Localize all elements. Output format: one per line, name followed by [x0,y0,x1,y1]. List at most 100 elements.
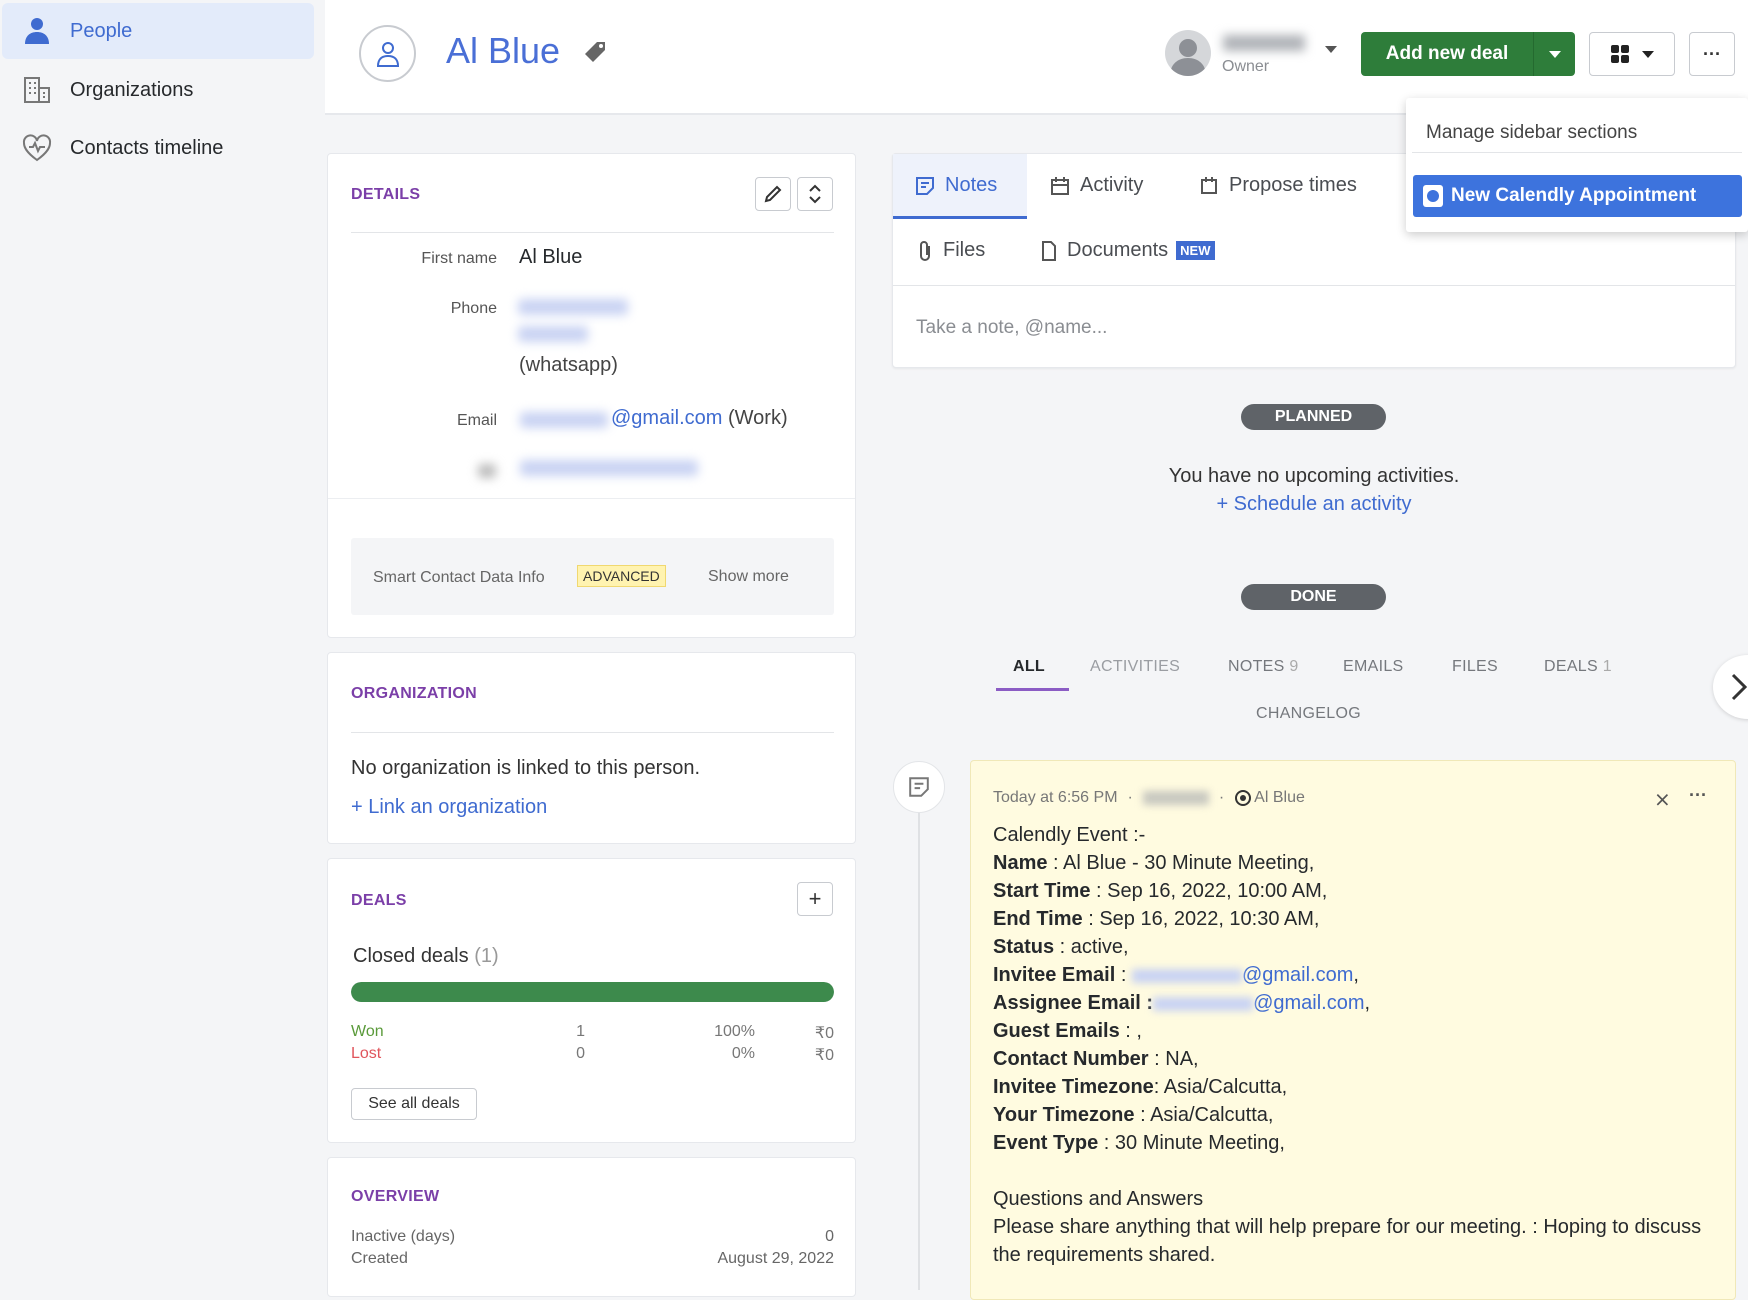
note-more-icon[interactable]: ··· [1689,785,1707,806]
contact-avatar[interactable] [359,25,416,82]
filter-notes[interactable]: NOTES 9 [1228,658,1299,676]
add-deal-caret-icon[interactable] [1533,32,1575,76]
qa-heading: Questions and Answers [993,1188,1204,1210]
note-body: Calendly Event :- Name : Al Blue - 30 Mi… [993,821,1713,1269]
timeline-line [918,812,920,1290]
note-field: Status : active, [993,933,1713,961]
more-options-button[interactable]: ··· [1689,32,1735,76]
filter-count: 1 [1602,658,1612,675]
note-input[interactable]: Take a note, @name... [916,317,1716,339]
no-activities-text: You have no upcoming activities. [1168,465,1460,487]
note-author-blurred [1142,791,1209,805]
page-title[interactable]: Al Blue [446,30,560,72]
deal-row-amount: ₹0 [814,1025,834,1042]
edit-details-button[interactable] [755,177,791,211]
add-new-deal-button[interactable]: Add new deal [1361,32,1575,76]
closed-deals-label: Closed deals (1) [353,945,499,968]
note-timeline-icon [893,761,945,813]
sidebar-item-people[interactable]: People [2,3,314,59]
note-heading: Calendly Event :- [993,824,1146,846]
tag-icon[interactable] [583,40,607,69]
collapse-note-icon[interactable]: ⨯ [1654,787,1671,812]
collapse-panel-button[interactable] [1713,655,1748,719]
email-value[interactable]: @gmail.com (Work) [611,407,788,430]
won-progress-fill [351,982,834,1002]
filter-label: DEALS [1544,658,1598,675]
note-field: Assignee Email : @gmail.com, [993,989,1713,1017]
add-deal-button[interactable]: + [797,882,833,916]
email-user-blurred [1153,996,1254,1011]
note-field: Event Type : 30 Minute Meeting, [993,1129,1713,1157]
tab-files[interactable]: Files [917,239,985,262]
note-field-value: : active, [1054,936,1129,958]
chevron-right-icon [1731,673,1747,701]
filter-activities[interactable]: ACTIVITIES [1090,658,1180,676]
reorder-fields-button[interactable] [797,177,833,211]
note-field-value: : Asia/Calcutta, [1153,1076,1288,1098]
note-field: Invitee Email : @gmail.com, [993,961,1713,989]
smart-contact-data-box: Smart Contact Data Info ADVANCED Show mo… [351,538,834,615]
filter-changelog[interactable]: CHANGELOG [1256,705,1361,723]
note-field-value: : Asia/Calcutta, [1134,1104,1274,1126]
owner-avatar[interactable] [1165,30,1211,76]
deal-row-percent: 100% [714,1023,755,1040]
smart-contact-label: Smart Contact Data Info [373,569,545,586]
owner-label: Owner [1222,58,1270,75]
note-field-tail: , [1364,992,1371,1014]
note-field-key: Invitee Timezone [993,1076,1154,1098]
new-badge: NEW [1176,241,1215,260]
note-person-link[interactable]: Al Blue [1234,789,1305,807]
show-more-link[interactable]: Show more [708,568,789,586]
filter-files[interactable]: FILES [1452,658,1498,676]
filter-emails[interactable]: EMAILS [1343,658,1404,676]
note-field-value: : NA, [1148,1048,1199,1070]
note-field-key: Contact Number [993,1048,1149,1070]
sidebar-item-contacts-timeline[interactable]: Contacts timeline [2,120,314,176]
note-field-key: Assignee Email : [993,992,1154,1014]
sidebar-item-organizations[interactable]: Organizations [2,62,314,118]
note-person: Al Blue [1254,789,1305,806]
tab-documents[interactable]: Documents NEW [1041,239,1215,262]
calendly-icon [1423,185,1443,207]
email-domain[interactable]: @gmail.com [611,407,722,429]
note-field-value: : Sep 16, 2022, 10:30 AM, [1082,908,1320,930]
note-email-link[interactable]: @gmail.com [1253,992,1364,1014]
owner-caret-icon[interactable] [1325,46,1337,53]
organization-title: ORGANIZATION [351,685,477,702]
phone-type: (whatsapp) [519,354,618,376]
caret-down-icon [1642,50,1654,58]
deals-title: DEALS [351,892,407,909]
note-icon [916,176,934,195]
note-field-key: End Time [993,908,1083,930]
organization-card: ORGANIZATION No organization is linked t… [327,652,856,844]
tab-label: Notes [945,174,998,196]
tab-activity[interactable]: Activity [1050,174,1143,197]
more-options-menu: Manage sidebar sections New Calendly App… [1406,98,1748,232]
tab-label: Activity [1080,174,1144,196]
overview-title: OVERVIEW [351,1188,440,1205]
manage-sidebar-sections-item[interactable]: Manage sidebar sections [1426,122,1637,144]
note-field-key: Status [993,936,1055,958]
deals-progress-bar [351,982,834,1002]
note-email-link[interactable]: @gmail.com [1242,964,1353,986]
sidebar-item-label: People [70,19,133,42]
first-name-value[interactable]: Al Blue [519,246,582,269]
link-organization-link[interactable]: + Link an organization [351,796,547,819]
tab-notes[interactable]: Notes [915,174,997,197]
phone-value-blurred[interactable] [518,299,628,315]
see-all-deals-button[interactable]: See all deals [351,1088,477,1120]
note-timestamp: Today at 6:56 PM [993,789,1118,806]
tab-propose-times[interactable]: Propose times [1199,174,1357,197]
schedule-activity-link[interactable]: + Schedule an activity [1014,493,1614,516]
filter-deals[interactable]: DEALS 1 [1544,658,1612,676]
overview-card: OVERVIEW Inactive (days) 0 Created Augus… [327,1157,856,1297]
view-switcher-button[interactable] [1589,32,1675,76]
deals-card: DEALS + Closed deals (1) Won 1 100% ₹0 Lost 0… [327,858,856,1143]
new-calendly-appointment-item[interactable]: New Calendly Appointment [1413,175,1742,217]
calendar-icon [1051,176,1069,195]
filter-all[interactable]: ALL [1013,658,1045,676]
note-field-key: Invitee Email [993,964,1116,986]
email-user-blurred [520,412,608,428]
email-type: (Work) [728,407,788,429]
sidebar: People Organizations Contacts timeline [0,0,325,1290]
